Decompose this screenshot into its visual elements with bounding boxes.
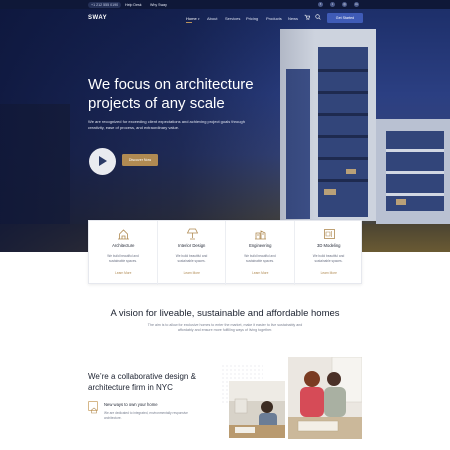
cart-icon[interactable] [303,14,311,22]
hero-title-line1: We focus on architecture [88,76,254,93]
service-desc: We build beautiful and sustainable space… [175,254,208,263]
service-title: Architecture [112,243,135,248]
team-meeting-photo [288,357,362,439]
feature-description: We are dedicated to integrated, environm… [104,411,188,420]
hero-description: We are recognized for exceeding client e… [88,119,245,130]
engineering-icon [255,230,266,240]
nav-about[interactable]: About [207,16,217,21]
service-title: Interior Design [178,243,206,248]
service-desc: We build beautiful and sustainable space… [107,254,139,263]
logo[interactable]: SWAY [88,15,107,21]
nav-services[interactable]: Services [225,16,240,21]
vision-description: The aim is to allow for exclusive homes … [147,323,303,333]
service-desc: We build beautiful and sustainable space… [312,254,345,263]
learn-more-link[interactable]: Learn More [295,271,364,275]
hero-title: We focus on architecture projects of any… [88,75,278,113]
home-icon [88,401,98,414]
top-utility-bar: +1 212 555 0190 Help Desk Why Sway f t ◎… [0,0,450,9]
team-desk-photo [229,381,285,438]
linkedin-icon[interactable]: in [354,2,359,7]
why-sway-link[interactable]: Why Sway [150,2,167,8]
facebook-icon[interactable]: f [318,2,323,7]
learn-more-link[interactable]: Learn More [158,271,227,275]
hero-section: SWAY Home ▾ About Services Pricing Produ… [0,9,450,252]
chevron-down-icon: ▾ [198,17,200,21]
services-card: Architecture We build beautiful and sust… [88,220,364,285]
service-architecture[interactable]: Architecture We build beautiful and sust… [89,221,158,285]
service-3d-modeling[interactable]: 3D Modeling We build beautiful and susta… [295,221,364,285]
service-desc: We build beautiful and sustainable space… [244,254,276,263]
blueprint-icon [323,229,335,239]
play-video-button[interactable] [89,148,116,175]
search-icon[interactable] [314,14,322,22]
instagram-icon[interactable]: ◎ [342,2,347,7]
help-desk-link[interactable]: Help Desk [125,2,142,8]
feature-title: New ways to own your home [104,402,158,407]
discover-now-button[interactable]: Discover Now [122,154,158,166]
phone-number[interactable]: +1 212 555 0190 [88,1,122,8]
learn-more-link[interactable]: Learn More [226,271,295,275]
main-navbar: SWAY Home ▾ About Services Pricing Produ… [0,9,450,29]
play-icon [99,156,107,166]
vision-heading: A vision for liveable, sustainable and a… [110,308,340,319]
service-engineering[interactable]: Engineering We build beautiful and susta… [226,221,295,285]
nav-home[interactable]: Home [186,16,197,21]
about-heading: We’re a collaborative design & architect… [88,372,208,393]
twitter-icon[interactable]: t [330,2,335,7]
about-heading-line2: architecture firm in NYC [88,382,173,392]
about-heading-line1: We’re a collaborative design & [88,372,196,381]
nav-active-indicator [186,22,192,23]
service-interior-design[interactable]: Interior Design We build beautiful and s… [158,221,227,285]
service-title: Engineering [249,243,272,248]
service-title: 3D Modeling [316,243,341,248]
lamp-icon [186,228,198,240]
nav-pricing[interactable]: Pricing [246,16,258,21]
nav-news[interactable]: News [288,16,298,21]
architecture-icon [118,229,129,240]
learn-more-link[interactable]: Learn More [89,271,158,275]
nav-products[interactable]: Products [266,16,282,21]
get-started-button[interactable]: Get Started [327,13,363,23]
hero-title-line2: projects of any scale [88,95,225,112]
